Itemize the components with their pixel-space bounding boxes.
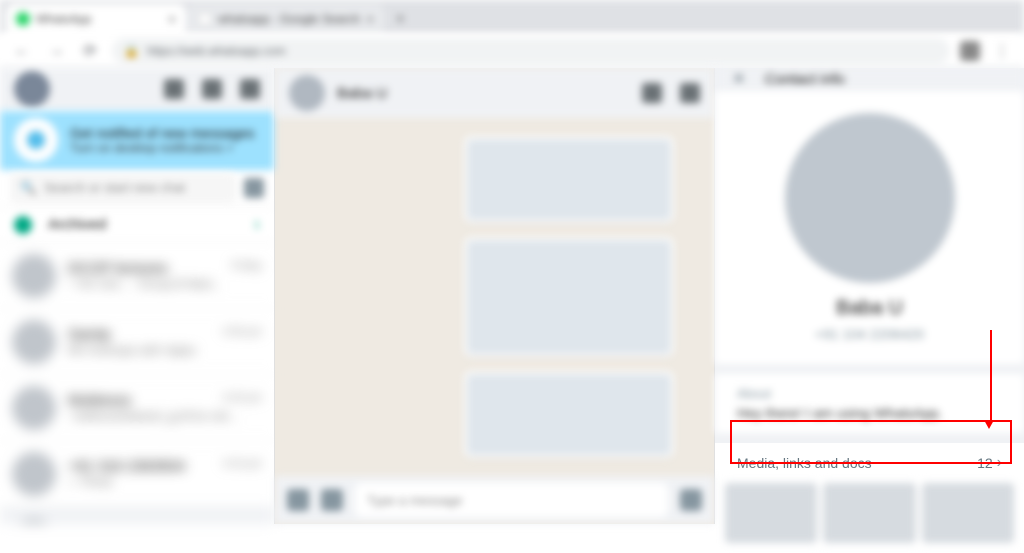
menu-icon[interactable] [680,83,700,103]
tab-close-icon[interactable]: × [168,11,176,27]
whatsapp-favicon-icon [16,12,30,26]
chat-preview: ~+91 316... : Group B Wed... [68,277,262,291]
chat-avatar [12,452,56,496]
chat-time: 4:45 pm [222,392,262,409]
archive-icon [14,216,32,234]
reload-button[interactable]: ⟳ [78,39,102,63]
about-label: About [737,386,1002,401]
search-icon[interactable] [642,83,662,103]
sidebar-header [0,68,274,111]
chat-panel: Baba U Type a message [275,68,714,524]
attach-icon[interactable] [321,489,343,511]
chat-list: DCOP lectures Friday ~+91 316... : Group … [0,243,274,524]
tab-title: WhatsApp [36,12,91,26]
chat-time: 4:56 pm [222,326,262,343]
browser-tabs-bar: WhatsApp × whatsapp - Google Search × + [0,0,1024,34]
status-icon[interactable] [164,79,184,99]
chat-name: Samip [68,326,111,343]
extension-icon[interactable] [960,41,980,61]
search-row: 🔍 Search or start new chat [0,170,274,206]
media-count: 12 [977,455,993,471]
mic-icon[interactable] [680,489,702,511]
chat-preview: ✓ Photo [68,475,262,489]
chat-header[interactable]: Baba U [275,68,714,118]
search-input[interactable]: 🔍 Search or start new chat [10,173,236,203]
chat-time: 4:34 pm [222,458,262,475]
contact-name: Baba U [337,85,387,102]
url-input[interactable]: 🔒 https://web.whatsapp.com [112,38,950,64]
media-thumbnail[interactable] [725,483,817,543]
message-input[interactable]: Type a message [355,483,668,517]
notification-banner[interactable]: Get notified of new messages Turn on des… [0,111,274,171]
chat-item-active[interactable]: Baba U4:14 pm ✓ Photo [0,507,274,524]
media-thumbnail[interactable] [823,483,915,543]
contact-info-panel: × Contact info Baba U +91 104 2206420 Ab… [714,68,1024,524]
chat-item[interactable]: Muktesss 4:45 pm ~twitterambakash_jg M ke… [0,375,274,441]
info-header-title: Contact info [765,71,845,88]
media-label: Media, links and docs [737,455,872,471]
browser-tab-active[interactable]: WhatsApp × [6,4,186,34]
new-chat-icon[interactable] [202,79,222,99]
forward-button[interactable]: → [44,39,68,63]
notification-subtitle: Turn on desktop notifications > [70,141,254,155]
media-links-docs-row[interactable]: Media, links and docs 12 › [715,443,1024,483]
archived-label: Archived [48,216,106,233]
contact-avatar[interactable] [289,75,325,111]
emoji-icon[interactable] [287,489,309,511]
chat-preview: Me Kashyap sath nipjau [68,343,262,357]
lock-icon: 🔒 [124,44,139,58]
user-avatar[interactable] [14,71,50,107]
google-favicon-icon [198,12,212,26]
info-header: × Contact info [715,68,1024,91]
menu-icon[interactable]: ⋮ [990,39,1014,63]
menu-icon[interactable] [240,79,260,99]
chat-name: Muktesss [68,392,131,409]
url-text: https://web.whatsapp.com [147,44,286,58]
info-phone: +91 104 2206420 [815,326,924,342]
info-avatar[interactable] [785,113,955,283]
chat-avatar [12,254,56,298]
browser-address-bar: ← → ⟳ 🔒 https://web.whatsapp.com ⋮ [0,34,1024,68]
close-icon[interactable]: × [733,68,745,91]
browser-tab-inactive[interactable]: whatsapp - Google Search × [188,4,384,34]
chat-avatar [12,386,56,430]
media-thumbnail[interactable] [922,483,1014,543]
new-tab-button[interactable]: + [386,6,414,34]
search-icon: 🔍 [20,180,36,196]
sidebar: Get notified of new messages Turn on des… [0,68,275,524]
chat-time: Friday [231,260,262,277]
archived-count: 1 [254,219,260,231]
about-text: Hey there! I am using WhatsApp. [737,405,1002,421]
filter-icon[interactable] [244,178,264,198]
message-list[interactable] [275,118,714,476]
chevron-right-icon: › [997,454,1002,472]
chat-avatar [12,518,56,524]
media-thumbnail-row [715,483,1024,553]
tab-title: whatsapp - Google Search [218,12,360,26]
back-button[interactable]: ← [10,39,34,63]
message-image[interactable] [464,237,674,356]
info-media-section: Media, links and docs 12 › [715,443,1024,553]
archived-row[interactable]: Archived 1 [0,206,274,244]
tab-close-icon[interactable]: × [366,11,374,27]
chat-name: +91 316 2363504 [68,458,185,475]
chat-preview: ~twitterambakash_jg M ke rah... [68,409,262,423]
message-image[interactable] [464,136,674,223]
chat-avatar [12,320,56,364]
search-placeholder: Search or start new chat [44,180,185,195]
chat-name: DCOP lectures [68,260,168,277]
chat-item[interactable]: +91 316 2363504 4:34 pm ✓ Photo [0,441,274,507]
whatsapp-app: Get notified of new messages Turn on des… [0,68,1024,524]
info-name: Baba U [836,297,903,320]
composer: Type a message [275,476,714,524]
info-profile: Baba U +91 104 2206420 [715,91,1024,364]
bell-icon [14,118,58,162]
notification-title: Get notified of new messages [70,125,254,141]
info-about: About Hey there! I am using WhatsApp. [715,374,1024,433]
chat-item[interactable]: DCOP lectures Friday ~+91 316... : Group … [0,243,274,309]
chat-item[interactable]: Samip 4:56 pm Me Kashyap sath nipjau [0,309,274,375]
message-image[interactable] [464,371,674,458]
